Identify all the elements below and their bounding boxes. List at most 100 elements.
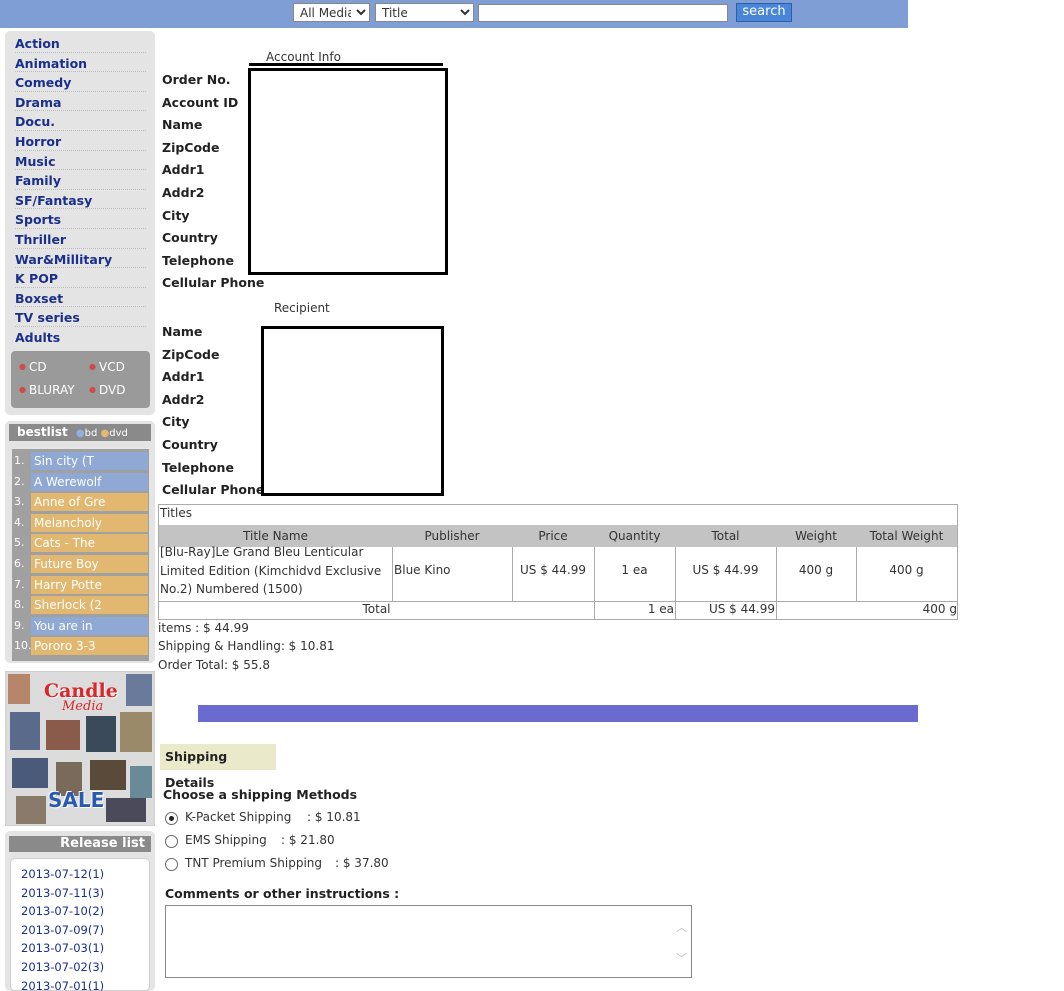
item-price: US $ 44.99 bbox=[519, 563, 587, 577]
genre-sf-fantasy[interactable]: SF/Fantasy bbox=[15, 190, 146, 210]
bullet-icon: ● bbox=[19, 385, 26, 394]
genre-action[interactable]: Action bbox=[15, 33, 146, 53]
bestlist-item-label[interactable]: Anne of Gre bbox=[31, 493, 148, 512]
release-date-link[interactable]: 2013-07-09(7) bbox=[21, 923, 104, 937]
table-caption: Titles bbox=[160, 506, 192, 520]
release-date-link[interactable]: 2013-07-10(2) bbox=[21, 904, 104, 918]
genre-drama[interactable]: Drama bbox=[15, 92, 146, 112]
media-cd-link[interactable]: ● CD bbox=[19, 360, 47, 374]
genre-horror[interactable]: Horror bbox=[15, 131, 146, 151]
search-field-select[interactable]: Title bbox=[375, 3, 474, 22]
bestlist-item[interactable]: 9. You are in bbox=[12, 616, 149, 635]
bestlist-item-label[interactable]: You are in bbox=[31, 616, 148, 635]
candle-media-sale-banner[interactable]: Candle Media SALE bbox=[5, 671, 155, 826]
bestlist-item[interactable]: 7. Harry Potte bbox=[12, 575, 149, 594]
genre-family[interactable]: Family bbox=[15, 170, 146, 190]
bestlist-rank: 3. bbox=[14, 495, 25, 509]
order-table: Titles Title Name Publisher Price Quanti… bbox=[158, 504, 958, 620]
radio-unselected-icon[interactable] bbox=[165, 858, 178, 871]
col-weight: Weight bbox=[795, 529, 837, 543]
bestlist-item-label[interactable]: A Werewolf bbox=[31, 472, 148, 491]
genre-music[interactable]: Music bbox=[15, 151, 146, 171]
bestlist-item-label[interactable]: Cats - The bbox=[31, 534, 148, 553]
radio-selected-icon[interactable] bbox=[165, 812, 178, 825]
col-price: Price bbox=[538, 529, 568, 543]
media-dvd-link[interactable]: ● DVD bbox=[89, 383, 125, 397]
genre-docu[interactable]: Docu. bbox=[15, 111, 146, 131]
total-weight: 400 g bbox=[922, 602, 957, 616]
release-date-link[interactable]: 2013-07-02(3) bbox=[21, 960, 104, 974]
account-field-label: City bbox=[162, 207, 190, 223]
genre-comedy[interactable]: Comedy bbox=[15, 72, 146, 92]
release-date-link[interactable]: 2013-07-01(1) bbox=[21, 979, 104, 991]
radio-unselected-icon[interactable] bbox=[165, 835, 178, 848]
release-date-link[interactable]: 2013-07-03(1) bbox=[21, 941, 104, 955]
genre-war-military[interactable]: War&Millitary bbox=[15, 249, 146, 269]
summary-shipping: Shipping & Handling: $ 10.81 bbox=[158, 639, 335, 653]
media-select[interactable]: All Media bbox=[293, 3, 370, 22]
total-amount: US $ 44.99 bbox=[708, 602, 775, 616]
scroll-down-icon[interactable]: ﹀ bbox=[676, 950, 687, 966]
account-field-label: Country bbox=[162, 230, 218, 246]
account-field-label: ZipCode bbox=[162, 139, 220, 155]
bestlist-rank: 4. bbox=[14, 515, 25, 529]
bestlist-item[interactable]: 10. Pororo 3-3 bbox=[12, 636, 149, 656]
account-field-label: Telephone bbox=[162, 252, 234, 268]
genre-sports[interactable]: Sports bbox=[15, 209, 146, 229]
redaction-line bbox=[249, 63, 443, 66]
bestlist-item-label[interactable]: Harry Potte bbox=[31, 575, 148, 594]
bestlist-item[interactable]: 4. Melancholy bbox=[12, 513, 149, 532]
bestlist-item[interactable]: 1. Sin city (T bbox=[12, 451, 149, 470]
release-date-link[interactable]: 2013-07-12(1) bbox=[21, 867, 104, 881]
account-field-label: Cellular Phone bbox=[162, 275, 265, 291]
bestlist-item-label[interactable]: Future Boy bbox=[31, 555, 148, 573]
bestlist-item-label[interactable]: Melancholy bbox=[31, 513, 148, 532]
search-button[interactable]: search bbox=[736, 3, 792, 22]
bestlist-item[interactable]: 8. Sherlock (2 bbox=[12, 595, 149, 615]
recipient-title: Recipient bbox=[274, 301, 330, 315]
bestlist-item-label[interactable]: Sherlock (2 bbox=[31, 596, 148, 615]
genre-boxset[interactable]: Boxset bbox=[15, 288, 146, 308]
bullet-icon: ● bbox=[100, 428, 110, 439]
redacted-account-block bbox=[248, 68, 448, 275]
total-quantity: 1 ea bbox=[647, 602, 674, 616]
section-divider-bar bbox=[198, 705, 918, 722]
bestlist-item[interactable]: 3. Anne of Gre bbox=[12, 492, 149, 512]
bullet-icon: ● bbox=[75, 428, 85, 439]
comments-textarea[interactable] bbox=[165, 905, 692, 978]
redacted-recipient-block bbox=[261, 326, 444, 496]
bestlist-rank: 5. bbox=[14, 536, 25, 550]
summary-items: items : $ 44.99 bbox=[158, 621, 249, 635]
media-bluray-link[interactable]: ● BLURAY bbox=[19, 383, 75, 397]
bestlist-item-label[interactable]: Sin city (T bbox=[31, 452, 148, 470]
genre-thriller[interactable]: Thriller bbox=[15, 229, 146, 249]
item-quantity: 1 ea bbox=[621, 563, 648, 577]
genre-adults[interactable]: Adults bbox=[15, 327, 146, 347]
col-publisher: Publisher bbox=[424, 529, 480, 543]
scroll-up-icon[interactable]: ︿ bbox=[676, 919, 687, 935]
item-total-weight: 400 g bbox=[889, 563, 924, 577]
bestlist-item[interactable]: 2. A Werewolf bbox=[12, 472, 149, 491]
genre-animation[interactable]: Animation bbox=[15, 53, 146, 73]
recipient-field-label: Name bbox=[162, 324, 203, 339]
account-field-label: Name bbox=[162, 117, 203, 133]
genre-tv-series[interactable]: TV series bbox=[15, 307, 146, 327]
release-list-header: Release list bbox=[9, 836, 151, 852]
release-date-link[interactable]: 2013-07-11(3) bbox=[21, 886, 104, 900]
genre-kpop[interactable]: K POP bbox=[15, 268, 146, 288]
recipient-field-label: City bbox=[162, 414, 190, 430]
bestlist-item[interactable]: 6. Future Boy bbox=[12, 554, 149, 573]
bestlist-item-label[interactable]: Pororo 3-3 bbox=[31, 637, 148, 656]
media-vcd-link[interactable]: ● VCD bbox=[89, 360, 125, 374]
search-input[interactable] bbox=[478, 4, 728, 22]
bestlist-items: 1. Sin city (T 2. A Werewolf 3. Anne of Gre 4.… bbox=[12, 449, 149, 661]
top-search-bar: All Media Title search bbox=[0, 0, 908, 28]
bestlist-rank: 8. bbox=[14, 598, 25, 612]
bestlist-item[interactable]: 5. Cats - The bbox=[12, 533, 149, 553]
media-format-box: ● CD ● VCD ● BLURAY ● DVD bbox=[11, 351, 150, 408]
release-list-items: 2013-07-12(1) 2013-07-11(3) 2013-07-10(2) 2… bbox=[10, 858, 150, 991]
shipping-method-label: Choose a shipping Methods bbox=[163, 787, 358, 802]
bestlist-rank: 1. bbox=[14, 454, 25, 467]
account-field-label: Order No. bbox=[162, 72, 231, 87]
item-title-link[interactable]: [Blu-Ray]Le Grand Bleu Lenticular Limite… bbox=[160, 543, 392, 599]
